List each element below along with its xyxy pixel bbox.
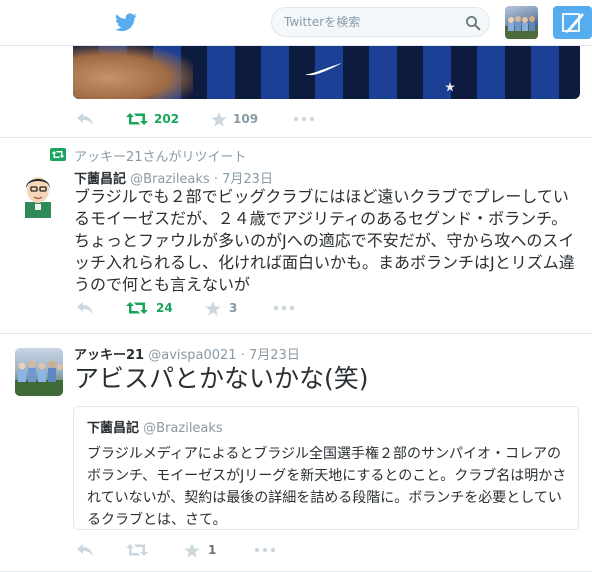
favorite-count: 1 [208, 543, 217, 557]
quoted-tweet-text: ブラジルメディアによるとブラジル全国選手権２部のサンパイオ・コレアのボランチ、モ… [87, 446, 567, 528]
favorite-button[interactable]: 109 [211, 111, 293, 127]
search-icon[interactable] [465, 15, 481, 31]
crest-star [445, 82, 455, 92]
reply-button[interactable] [76, 301, 126, 315]
tweet-timestamp[interactable]: 7月23日 [249, 348, 300, 363]
retweeted-by-label[interactable]: アッキー21さんがリツイート [74, 146, 247, 165]
reply-button[interactable] [76, 543, 126, 557]
handle[interactable]: @avispa0021 [148, 348, 236, 363]
retweet-icon [126, 544, 148, 556]
user-avatar[interactable] [15, 348, 63, 396]
separator-dot: · [213, 172, 218, 187]
separator-dot: · [240, 348, 245, 363]
timeline: 202 109 アッキー21さんがリツイート 下薗昌記 @Brazileaks … [0, 46, 592, 572]
tweet-actions: 1 [76, 540, 276, 560]
tweet-text: ブラジルでも２部でビッグクラブにはほど遠いクラブでプレーしているモイーゼスだが、… [74, 187, 575, 294]
reply-icon [77, 302, 93, 314]
account-avatar[interactable] [505, 6, 538, 39]
more-options-button[interactable] [254, 547, 276, 553]
favorite-button[interactable]: 3 [205, 300, 273, 316]
more-dots-icon [254, 547, 276, 553]
display-name[interactable]: 下薗昌記 [74, 172, 126, 187]
more-options-button[interactable] [293, 116, 315, 122]
reply-button[interactable] [76, 112, 126, 126]
display-name[interactable]: アッキー21 [74, 348, 144, 363]
tweet-media-photo[interactable] [73, 46, 580, 99]
retweet-button[interactable]: 24 [126, 301, 205, 315]
tweet-item[interactable]: アッキー21さんがリツイート 下薗昌記 @Brazileaks · 7月23日 … [0, 138, 592, 334]
reply-icon [77, 113, 93, 125]
favorite-count: 3 [229, 301, 238, 315]
retweet-context-icon [50, 148, 66, 161]
more-options-button[interactable] [273, 305, 295, 311]
tweet-item[interactable]: 202 109 [0, 46, 592, 138]
tweet-actions: 202 109 [76, 109, 315, 129]
tweet-author: 下薗昌記 @Brazileaks · 7月23日 [74, 168, 273, 187]
tweet-text: アビスパとかないかな(笑) [74, 364, 369, 393]
handle[interactable]: @Brazileaks [130, 172, 210, 187]
search-box[interactable] [271, 7, 490, 37]
tweet-item[interactable]: アッキー21 @avispa0021 · 7月23日 アビスパとかないかな(笑)… [0, 334, 592, 572]
retweet-icon [126, 302, 148, 314]
favorite-star-icon [211, 111, 227, 127]
compose-tweet-button[interactable] [553, 6, 592, 39]
tweet-timestamp[interactable]: 7月23日 [222, 172, 273, 187]
user-avatar[interactable] [15, 170, 63, 218]
favorite-count: 109 [233, 112, 259, 126]
retweet-button[interactable] [126, 543, 184, 557]
favorite-button[interactable]: 1 [184, 542, 254, 558]
retweet-count: 24 [156, 301, 173, 315]
tweet-actions: 24 3 [76, 298, 295, 318]
quoted-tweet-card[interactable]: 下薗昌記 @Brazileaks ブラジルメディアによるとブラジル全国選手権２部… [73, 406, 579, 530]
top-nav-bar [0, 0, 592, 46]
compose-quill-icon [562, 13, 584, 33]
reply-icon [77, 544, 93, 556]
retweet-button[interactable]: 202 [126, 112, 211, 126]
nike-swoosh-logo [305, 63, 342, 76]
retweet-icon [126, 113, 148, 125]
search-input[interactable] [284, 13, 464, 31]
more-dots-icon [273, 305, 295, 311]
favorite-star-icon [205, 300, 221, 316]
quoted-tweet-author: 下薗昌記 @Brazileaks [87, 417, 223, 436]
quoted-display-name: 下薗昌記 [87, 421, 140, 436]
retweet-count: 202 [154, 112, 180, 126]
quoted-handle: @Brazileaks [143, 421, 223, 436]
twitter-bird-logo-icon[interactable] [115, 13, 137, 32]
favorite-star-icon [184, 542, 200, 558]
tweet-author: アッキー21 @avispa0021 · 7月23日 [74, 344, 300, 363]
more-dots-icon [293, 116, 315, 122]
